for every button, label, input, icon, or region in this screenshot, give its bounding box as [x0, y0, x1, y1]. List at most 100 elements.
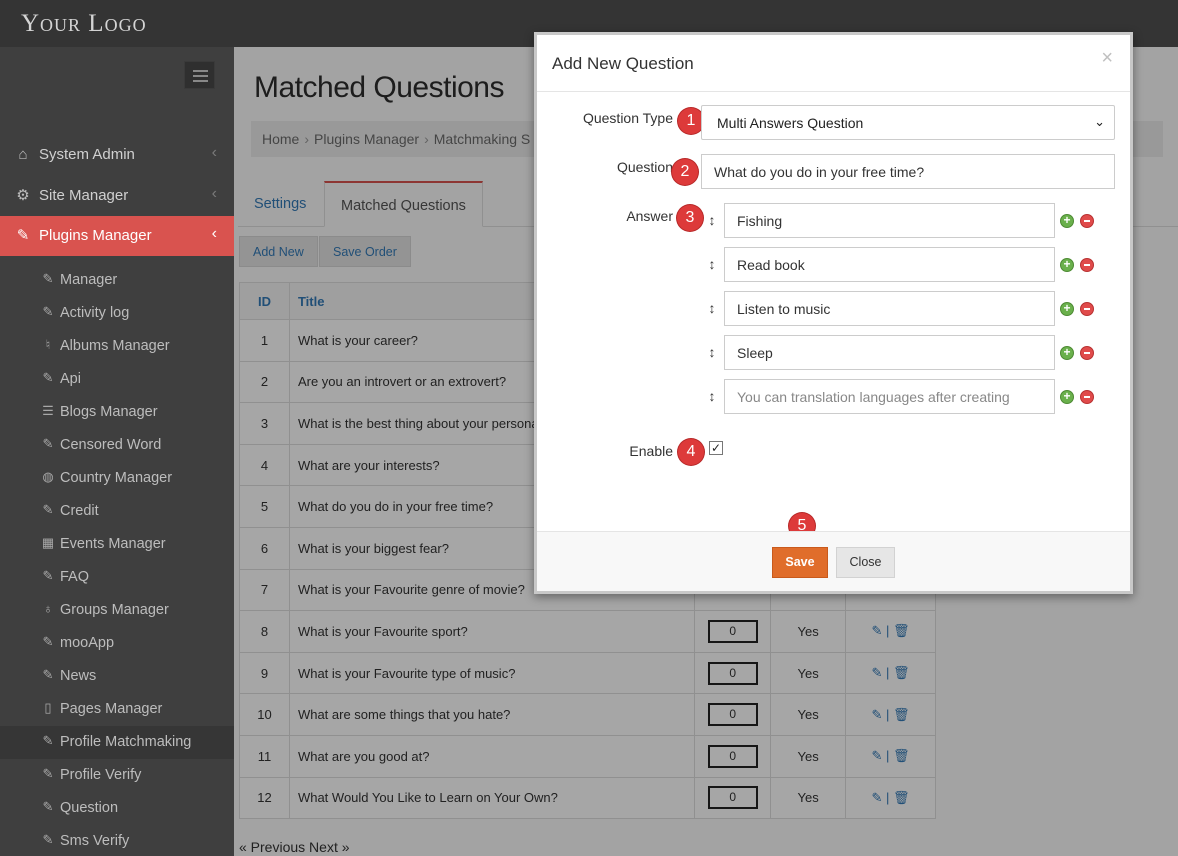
sidebar-subitem-label: Events Manager: [60, 536, 166, 552]
chevron-left-icon: ‹: [211, 185, 217, 202]
answer-input[interactable]: Fishing: [724, 203, 1055, 238]
sidebar-subitem[interactable]: ✎ mooApp: [0, 627, 234, 660]
question-type-select[interactable]: Multi Answers Question ⌄: [701, 105, 1115, 140]
sidebar-subitem[interactable]: ✎ FAQ: [0, 561, 234, 594]
sidebar-subitem-label: Activity log: [60, 305, 130, 321]
chevron-down-icon: ⌄: [1094, 114, 1105, 129]
remove-answer-icon[interactable]: [1080, 302, 1094, 316]
plug-icon: ✎: [42, 568, 54, 583]
blog-icon: ☰: [42, 403, 54, 418]
plug-icon: ✎: [42, 799, 54, 814]
plug-icon: ✎: [42, 733, 54, 748]
sidebar-subitem-label: Credit: [60, 503, 99, 519]
modal-footer: Save Close: [537, 531, 1130, 591]
answer-input[interactable]: Read book: [724, 247, 1055, 282]
question-type-value: Multi Answers Question: [717, 115, 864, 131]
drag-handle-icon[interactable]: ↕: [707, 300, 717, 316]
step-badge-2: 2: [672, 159, 698, 185]
sidebar-item-site-manager[interactable]: ⚙ Site Manager ‹: [0, 176, 234, 216]
close-icon[interactable]: ×: [1101, 47, 1113, 70]
remove-answer-icon[interactable]: [1080, 346, 1094, 360]
sidebar-subitem-label: Profile Verify: [60, 767, 142, 783]
globe-icon: ◍: [42, 469, 54, 484]
modal-header: Add New Question ×: [537, 35, 1130, 92]
question-input[interactable]: What do you do in your free time?: [701, 154, 1115, 189]
enable-checkbox[interactable]: ✓: [709, 441, 723, 455]
sidebar-subitem[interactable]: ✎ Question: [0, 792, 234, 825]
sidebar-item-plugins-manager[interactable]: ✎ Plugins Manager ‹: [0, 216, 234, 256]
question-label: Question: [616, 159, 673, 175]
answer-input[interactable]: Sleep: [724, 335, 1055, 370]
add-answer-icon[interactable]: +: [1060, 214, 1074, 228]
chevron-down-icon: ‹: [211, 225, 217, 242]
sidebar-subitem[interactable]: ✎ Credit: [0, 495, 234, 528]
remove-answer-icon[interactable]: [1080, 214, 1094, 228]
sidebar-subitem[interactable]: ▯ Pages Manager: [0, 693, 234, 726]
add-answer-icon[interactable]: +: [1060, 302, 1074, 316]
sidebar-item-label: Site Manager: [39, 187, 129, 204]
plug-icon: ✎: [42, 667, 54, 682]
sidebar-subitem-label: Profile Matchmaking: [60, 734, 192, 750]
plug-icon: ✎: [42, 304, 54, 319]
plug-icon: ✎: [42, 271, 54, 286]
sidebar-subitem-label: Albums Manager: [60, 338, 170, 354]
add-question-modal: Add New Question × Question Type 1 Multi…: [534, 32, 1133, 594]
albums-icon: ♮: [45, 337, 51, 352]
save-button[interactable]: Save: [772, 547, 828, 578]
plug-icon: ✎: [42, 502, 54, 517]
sidebar-subitem-label: Groups Manager: [60, 602, 169, 618]
page-icon: ▯: [44, 700, 52, 715]
sidebar-subitem-label: Api: [60, 371, 81, 387]
remove-answer-icon[interactable]: [1080, 258, 1094, 272]
close-button[interactable]: Close: [836, 547, 895, 578]
sidebar-subitem-label: Sms Verify: [60, 833, 130, 849]
gears-icon: ⚙: [16, 187, 30, 204]
drag-handle-icon[interactable]: ↕: [707, 388, 717, 404]
enable-label: Enable: [629, 443, 673, 459]
modal-title: Add New Question: [552, 54, 694, 73]
drag-handle-icon[interactable]: ↕: [707, 212, 717, 228]
answer-input[interactable]: Listen to music: [724, 291, 1055, 326]
logo[interactable]: Your Logo: [21, 10, 147, 38]
drag-handle-icon[interactable]: ↕: [707, 344, 717, 360]
sidebar-subitem[interactable]: ▦ Events Manager: [0, 528, 234, 561]
remove-answer-icon[interactable]: [1080, 390, 1094, 404]
sidebar-subitem[interactable]: ✎ Profile Matchmaking: [0, 726, 234, 759]
sidebar-item-label: System Admin: [39, 146, 135, 163]
answer-input[interactable]: You can translation languages after crea…: [724, 379, 1055, 414]
sidebar-subitem-label: mooApp: [60, 635, 115, 651]
sidebar-subitem[interactable]: ✎ Manager: [0, 264, 234, 297]
drag-handle-icon[interactable]: ↕: [707, 256, 717, 272]
add-answer-icon[interactable]: +: [1060, 346, 1074, 360]
sidebar-subitem[interactable]: ♮ Albums Manager: [0, 330, 234, 363]
add-answer-icon[interactable]: +: [1060, 258, 1074, 272]
sidebar-subitem[interactable]: ♁ Groups Manager: [0, 594, 234, 627]
sidebar-item-system-admin[interactable]: ⌂ System Admin ‹: [0, 135, 234, 175]
sidebar-subitem[interactable]: ✎ Activity log: [0, 297, 234, 330]
sidebar-subitem[interactable]: ◍ Country Manager: [0, 462, 234, 495]
plug-icon: ✎: [42, 436, 54, 451]
home-icon: ⌂: [18, 146, 28, 163]
plug-icon: ✎: [42, 634, 54, 649]
plug-icon: ✎: [42, 832, 54, 847]
calendar-icon: ▦: [41, 535, 55, 550]
sidebar-subitem[interactable]: ✎ Api: [0, 363, 234, 396]
sidebar-item-label: Plugins Manager: [39, 227, 152, 244]
sidebar-subitem-label: Country Manager: [60, 470, 173, 486]
step-badge-3: 3: [677, 205, 703, 231]
sidebar-subitem[interactable]: ✎ Censored Word: [0, 429, 234, 462]
answer-label: Answer: [626, 208, 673, 224]
sidebar-subitem[interactable]: ✎ Profile Verify: [0, 759, 234, 792]
sidebar-subitem[interactable]: ☰ Blogs Manager: [0, 396, 234, 429]
sidebar-subitem-label: News: [60, 668, 97, 684]
plug-icon: ✎: [42, 766, 54, 781]
sidebar-subitem-label: FAQ: [60, 569, 90, 585]
plug-icon: ✎: [42, 370, 54, 385]
sidebar-subitem[interactable]: ✎ News: [0, 660, 234, 693]
step-badge-4: 4: [678, 439, 704, 465]
menu-toggle-button[interactable]: [184, 61, 215, 89]
sidebar-subitem[interactable]: ✎ Sms Verify: [0, 825, 234, 856]
sidebar-subitem-label: Question: [60, 800, 119, 816]
add-answer-icon[interactable]: +: [1060, 390, 1074, 404]
sidebar-subitem-label: Blogs Manager: [60, 404, 158, 420]
